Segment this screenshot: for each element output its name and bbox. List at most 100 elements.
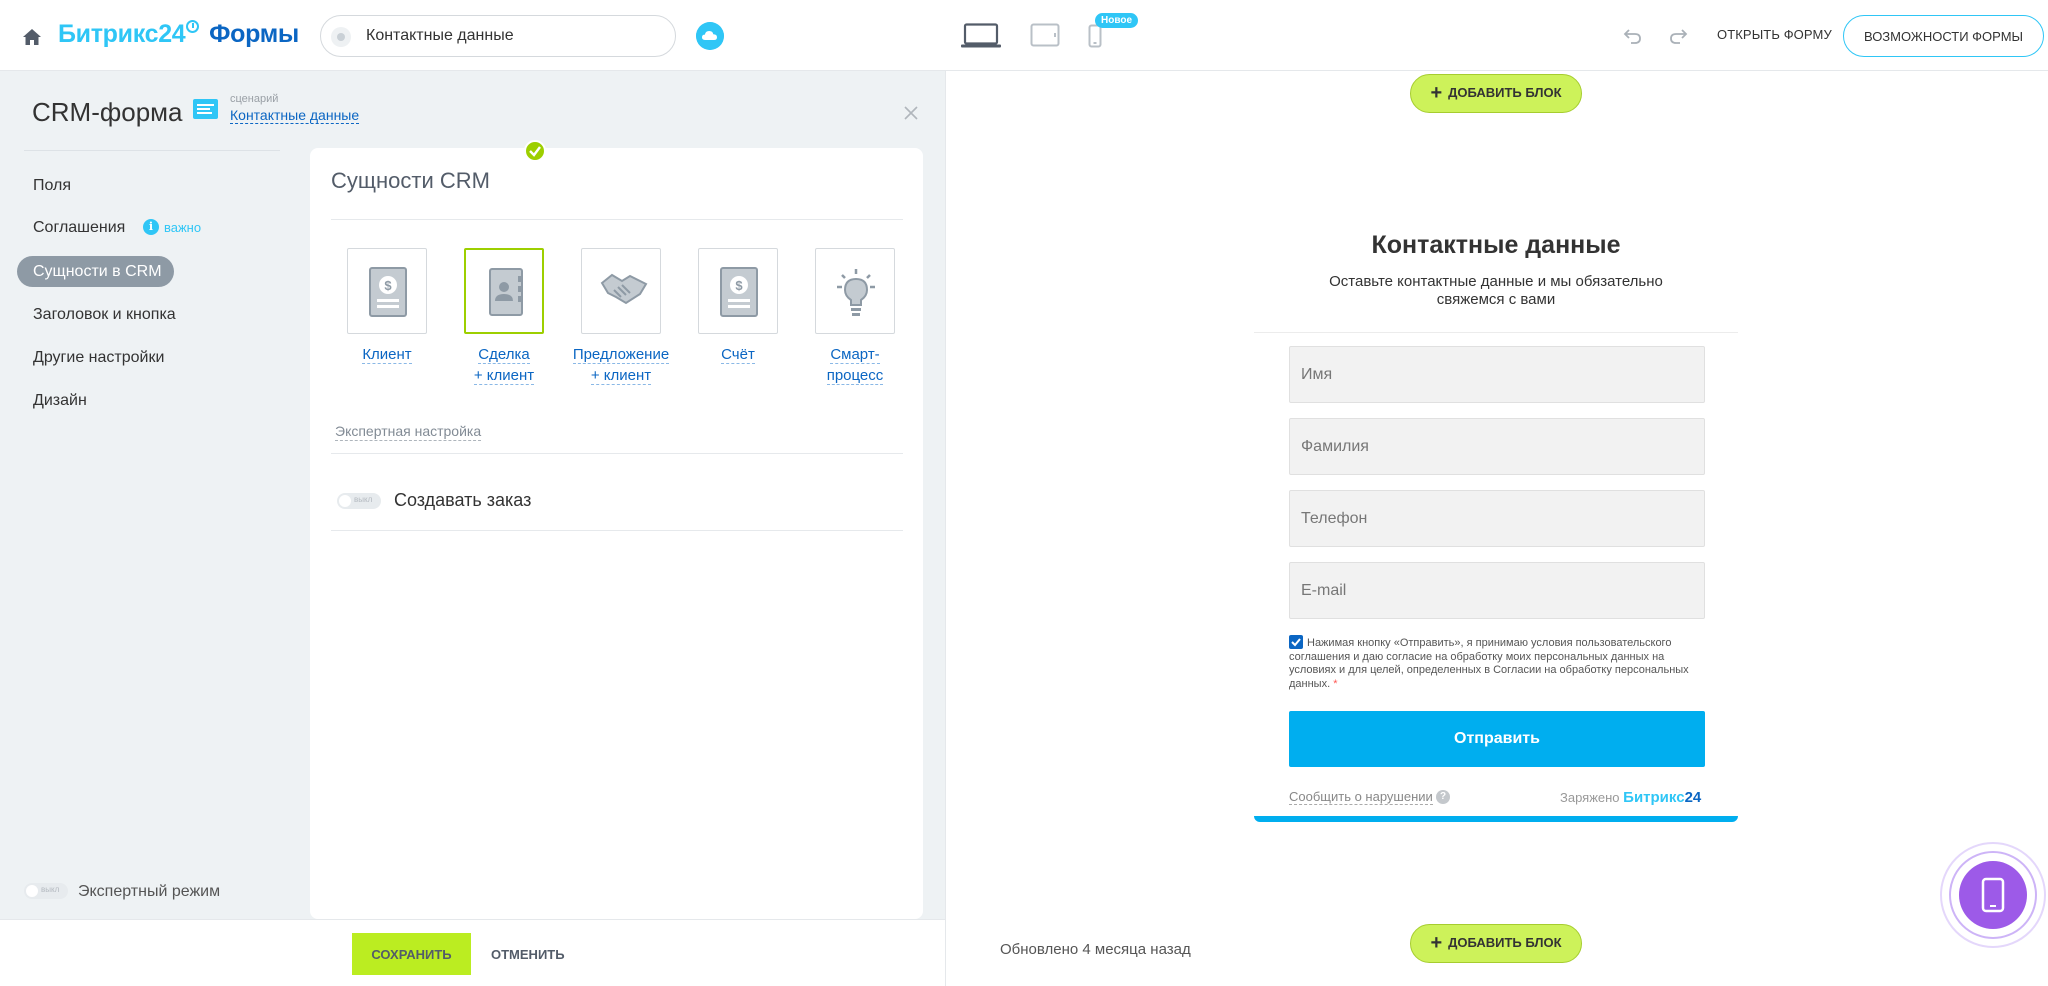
consent-body: Нажимая кнопку «Отправить», я принимаю у… — [1289, 637, 1689, 690]
logo-brand: Битрикс24 — [58, 20, 186, 48]
entity-label-line: Счёт — [721, 346, 755, 364]
help-icon[interactable]: ? — [1436, 790, 1450, 804]
desktop-view-icon[interactable] — [960, 23, 1002, 49]
cloud-icon[interactable] — [696, 22, 724, 50]
form-subtitle: Оставьте контактные данные и мы обязател… — [1254, 273, 1738, 309]
nav-item-design[interactable]: Дизайн — [33, 392, 87, 410]
new-badge: Новое — [1095, 13, 1139, 28]
powered-brand-num: 24 — [1684, 789, 1702, 806]
settings-panel: CRM-форма сценарий Контактные данные Пол… — [0, 71, 945, 919]
panel-title: CRM-форма — [32, 97, 183, 127]
important-badge[interactable]: важно — [164, 220, 201, 235]
selected-check-icon — [524, 140, 546, 162]
crm-entities-card: Сущности CRM $ $ Клиент Сделка + клиент … — [310, 140, 923, 919]
nav-item-other-settings[interactable]: Другие настройки — [33, 349, 164, 367]
add-block-label: ДОБАВИТЬ БЛОК — [1448, 85, 1562, 100]
expert-mode-toggle[interactable]: выкл — [24, 883, 68, 899]
entity-label-line: + клиент — [590, 367, 652, 385]
clock-icon — [186, 20, 200, 33]
entity-label-line: + клиент — [473, 367, 535, 385]
scenario-link[interactable]: Контактные данные — [230, 107, 360, 124]
nav-divider — [24, 150, 280, 151]
open-form-link[interactable]: ОТКРЫТЬ ФОРМУ — [1717, 27, 1832, 42]
toggle-state: выкл — [354, 495, 373, 504]
entity-invoice-label[interactable]: Счёт — [683, 344, 793, 365]
close-icon[interactable] — [903, 105, 919, 121]
entity-label-line: процесс — [826, 367, 884, 385]
handshake-icon — [600, 273, 648, 305]
add-block-button-bottom[interactable]: + ДОБАВИТЬ БЛОК — [1410, 924, 1582, 963]
card-title: Сущности CRM — [331, 168, 490, 193]
action-bar: СОХРАНИТЬ ОТМЕНИТЬ — [0, 919, 945, 986]
card-divider — [331, 453, 903, 454]
expert-mode-label: Экспертный режим — [78, 883, 221, 900]
report-violation-link[interactable]: Сообщить о нарушении — [1289, 789, 1433, 805]
save-button[interactable]: СОХРАНИТЬ — [352, 933, 471, 975]
plus-icon: + — [1430, 932, 1443, 954]
surname-field[interactable] — [1289, 418, 1705, 475]
powered-brand-name: Битрикс — [1623, 789, 1685, 806]
entity-offer-label[interactable]: Предложение + клиент — [566, 344, 676, 386]
cancel-button[interactable]: ОТМЕНИТЬ — [491, 947, 565, 962]
form-preview: + ДОБАВИТЬ БЛОК Контактные данные Оставьт… — [945, 71, 2048, 986]
create-order-label: Создавать заказ — [394, 490, 532, 510]
form-title: Контактные данные — [1371, 231, 1621, 259]
entity-offer-client[interactable] — [581, 248, 661, 334]
home-icon[interactable] — [22, 28, 42, 46]
form-bottom-border — [1254, 816, 1738, 822]
email-field[interactable] — [1289, 562, 1705, 619]
scenario-icon — [193, 99, 218, 119]
mobile-preview-button[interactable] — [1959, 861, 2027, 929]
svg-text:$: $ — [384, 278, 392, 293]
powered-brand: Битрикс24 — [1623, 789, 1701, 806]
entity-label-line: Предложение — [572, 346, 670, 364]
form-features-button[interactable]: ВОЗМОЖНОСТИ ФОРМЫ — [1843, 15, 2044, 57]
powered-by[interactable]: Заряжено Битрикс24 — [1560, 789, 1701, 806]
toggle-state: выкл — [41, 885, 60, 894]
toggle-knob — [26, 885, 38, 897]
nav-item-crm-entities[interactable]: Сущности в CRM — [17, 256, 174, 287]
form-icon — [331, 27, 351, 47]
entity-invoice[interactable]: $ — [698, 248, 778, 334]
scenario-label: сценарий — [230, 93, 279, 105]
create-order-toggle[interactable]: выкл — [337, 493, 381, 509]
entity-deal-label[interactable]: Сделка + клиент — [449, 344, 559, 386]
add-block-label: ДОБАВИТЬ БЛОК — [1448, 935, 1562, 950]
toggle-knob — [339, 495, 351, 507]
card-divider — [331, 219, 903, 220]
entity-label-line: Смарт- — [830, 346, 880, 364]
nav-item-header-button[interactable]: Заголовок и кнопка — [33, 306, 176, 324]
svg-text:$: $ — [735, 278, 743, 293]
nav-item-fields[interactable]: Поля — [33, 177, 71, 195]
entity-smart-process-label[interactable]: Смарт- процесс — [800, 344, 910, 386]
undo-icon[interactable] — [1623, 26, 1643, 46]
powered-by-text: Заряжено — [1560, 790, 1620, 805]
entity-deal-client[interactable] — [464, 248, 544, 334]
add-block-button-top[interactable]: + ДОБАВИТЬ БЛОК — [1410, 74, 1582, 113]
tablet-view-icon[interactable] — [1030, 23, 1060, 47]
name-field[interactable] — [1289, 346, 1705, 403]
invoice-icon: $ — [720, 267, 758, 317]
logo-product: Формы — [209, 20, 299, 48]
required-mark: * — [1333, 677, 1338, 690]
card-divider — [331, 530, 903, 531]
form-name: Контактные данные — [366, 27, 514, 44]
entity-label-line: Сделка — [478, 346, 530, 364]
submit-button[interactable]: Отправить — [1289, 711, 1705, 767]
top-bar: Битрикс24 Формы Контактные данные Новое … — [0, 0, 2048, 71]
form-subtitle-line: свяжемся с вами — [1436, 291, 1556, 308]
app-logo[interactable]: Битрикс24 Формы — [58, 20, 299, 49]
lightbulb-icon — [837, 269, 875, 316]
mobile-preview-widget — [1940, 842, 2046, 948]
nav-item-agreements[interactable]: Соглашения — [33, 219, 125, 237]
expert-setting-link[interactable]: Экспертная настройка — [335, 423, 482, 441]
plus-icon: + — [1430, 82, 1443, 104]
redo-icon[interactable] — [1668, 26, 1688, 46]
entity-smart-process[interactable] — [815, 248, 895, 334]
phone-field[interactable] — [1289, 490, 1705, 547]
form-subtitle-line: Оставьте контактные данные и мы обязател… — [1329, 273, 1663, 290]
form-selector[interactable]: Контактные данные — [320, 15, 676, 57]
entity-client-label[interactable]: Клиент — [332, 344, 442, 365]
updated-status: Обновлено 4 месяца назад — [1000, 941, 1191, 958]
entity-client[interactable]: $ — [347, 248, 427, 334]
